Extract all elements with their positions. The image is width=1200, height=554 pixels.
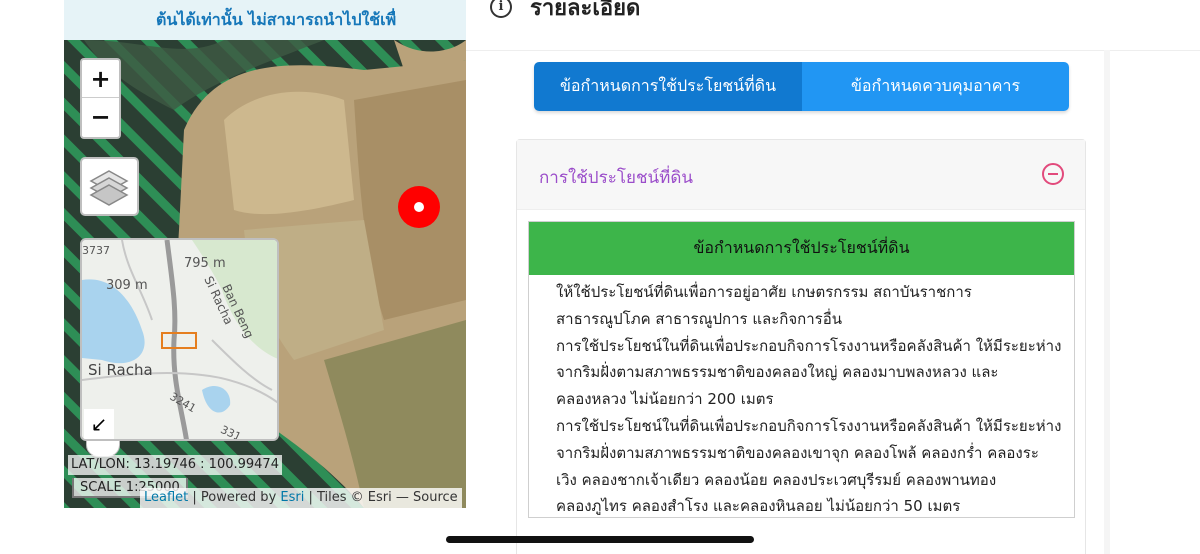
map-view[interactable]: ต้นได้เท่านั้น ไม่สามารถนำไปใช้เพื่ + − xyxy=(64,0,466,508)
leaflet-link[interactable]: Leaflet xyxy=(144,490,188,505)
location-marker[interactable] xyxy=(398,186,440,228)
layers-button[interactable] xyxy=(80,157,139,216)
minimap-label: 795 m xyxy=(184,256,226,271)
panel-header: i รายละเอียด xyxy=(490,0,640,24)
details-panel: i รายละเอียด ข้อกำหนดการใช้ประโยชน์ที่ดิ… xyxy=(466,0,1200,554)
regulation-line: เวิง คลองชากเจ้าเดียว คลองน้อย คลองประเว… xyxy=(556,470,997,489)
table-body: ให้ใช้ประโยชน์ที่ดินเพื่อการอยู่อาศัย เก… xyxy=(529,275,1074,517)
regulation-line: จากริมฝั่งตามสภาพธรรมชาติของคลองเขาจุก ค… xyxy=(556,443,1039,462)
land-use-card: การใช้ประโยชน์ที่ดิน ข้อกำหนดการใช้ประโย… xyxy=(516,139,1086,554)
minimap-toggle-icon[interactable]: ↙ xyxy=(84,409,114,439)
home-indicator[interactable] xyxy=(446,536,754,543)
regulation-line: คลองหลวง ไม่น้อยกว่า 200 เมตร xyxy=(556,390,774,409)
panel-title: รายละเอียด xyxy=(530,0,641,21)
zoom-in-button[interactable]: + xyxy=(82,60,119,98)
minimap-label: 309 m xyxy=(106,278,148,293)
map-attribution: Leaflet | Powered by Esri | Tiles © Esri… xyxy=(140,488,462,508)
regulation-line: การใช้ประโยชน์ในที่ดินเพื่อประกอบกิจการโ… xyxy=(556,336,1062,355)
regulation-line: สาธารณูปโภค สาธารณูปการ และกิจการอื่น xyxy=(556,309,842,328)
collapse-minus-icon[interactable] xyxy=(1042,163,1064,185)
minimap-city-label: Si Racha xyxy=(88,361,153,379)
layers-icon xyxy=(89,170,129,206)
minimap-label: 3737 xyxy=(82,244,110,257)
zoom-out-button[interactable]: − xyxy=(82,98,119,136)
map-notice-banner: ต้นได้เท่านั้น ไม่สามารถนำไปใช้เพื่ xyxy=(64,0,466,40)
minimap[interactable]: 3737 795 m 309 m Ban Beng Si Racha Si Ra… xyxy=(80,238,279,441)
regulation-line: ให้ใช้ประโยชน์ที่ดินเพื่อการอยู่อาศัย เก… xyxy=(556,283,972,301)
table-header: ข้อกำหนดการใช้ประโยชน์ที่ดิน xyxy=(529,222,1074,275)
regulation-line: การใช้ประโยชน์ในที่ดินเพื่อประกอบกิจการโ… xyxy=(556,416,1062,435)
tab-land-use-regulations[interactable]: ข้อกำหนดการใช้ประโยชน์ที่ดิน xyxy=(534,62,802,111)
tab-bar: ข้อกำหนดการใช้ประโยชน์ที่ดิน ข้อกำหนดควบ… xyxy=(534,62,1069,111)
screen: ต้นได้เท่านั้น ไม่สามารถนำไปใช้เพื่ + − xyxy=(0,0,1200,554)
zoom-control: + − xyxy=(80,58,121,139)
regulations-table[interactable]: ข้อกำหนดการใช้ประโยชน์ที่ดิน ให้ใช้ประโย… xyxy=(528,221,1075,518)
regulation-line: จากริมฝั่งตามสภาพธรรมชาติของคลองใหญ่ คลอ… xyxy=(556,363,999,382)
panel-side-shadow xyxy=(1104,50,1110,554)
attribution-text: | Tiles © Esri — Source xyxy=(304,490,458,505)
card-header[interactable]: การใช้ประโยชน์ที่ดิน xyxy=(517,140,1085,210)
coordinates-readout: LAT/LON: 13.19746 : 100.99474 xyxy=(68,455,282,475)
info-icon: i xyxy=(490,0,512,18)
regulation-line: คลองภูไทร คลองสำโรง และคลองหินลอย ไม่น้อ… xyxy=(556,497,961,516)
attribution-text: | Powered by xyxy=(188,490,281,505)
esri-link[interactable]: Esri xyxy=(280,490,304,505)
divider xyxy=(466,50,1200,51)
tab-building-control-regulations[interactable]: ข้อกำหนดควบคุมอาคาร xyxy=(802,62,1069,111)
section-title: การใช้ประโยชน์ที่ดิน xyxy=(539,168,693,188)
